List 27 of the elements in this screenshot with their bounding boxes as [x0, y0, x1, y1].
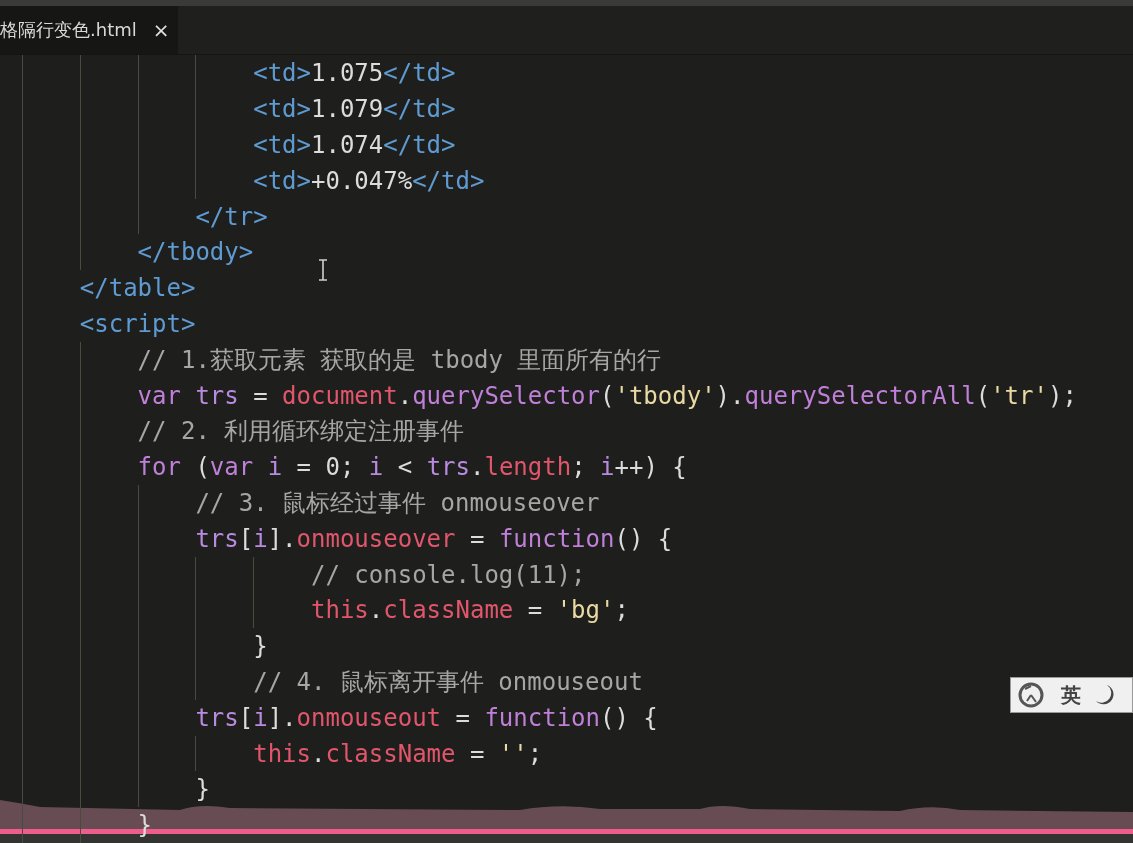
code-line: this.className = 'bg';: [311, 596, 629, 625]
moon-icon[interactable]: [1095, 684, 1115, 706]
code-line: </tr>: [195, 202, 268, 231]
text-cursor-icon: [318, 259, 328, 281]
code-line: var trs = document.querySelector('tbody').querySelectorAll('tr');: [137, 381, 1077, 410]
code-line: // 3. 鼠标经过事件 onmouseover: [195, 487, 600, 519]
code-line: }: [253, 632, 268, 661]
code-line: trs[i].onmouseover = function() {: [195, 524, 673, 553]
code-line: for (var i = 0; i < trs.length; i++) {: [137, 453, 687, 482]
code-line: </tbody>: [137, 238, 254, 267]
close-icon[interactable]: ×: [152, 18, 170, 43]
code-line: // 4. 鼠标离开事件 onmouseout: [253, 666, 643, 698]
code-line: // console.log(11);: [311, 560, 586, 589]
tab-title: 格隔行变色.html: [0, 18, 137, 43]
code-line: trs[i].onmouseout = function() {: [195, 703, 658, 732]
code-line: <td>1.075</td>: [253, 59, 456, 88]
code-line: </table>: [79, 274, 196, 303]
ime-mode[interactable]: 英: [1061, 681, 1081, 709]
code-line: <script>: [79, 309, 196, 338]
code-line: <td>1.079</td>: [253, 95, 456, 124]
code-line: this.className = '';: [253, 739, 543, 768]
code-line: // 1.获取元素 获取的是 tbody 里面所有的行: [137, 344, 662, 376]
code-line: <td>1.074</td>: [253, 130, 456, 159]
file-tab[interactable]: 格隔行变色.html ×: [0, 5, 178, 55]
code-line: <td>+0.047%</td>: [253, 166, 485, 195]
code-line: }: [195, 775, 210, 804]
code-line: // 2. 利用循环绑定注册事件: [137, 416, 465, 448]
